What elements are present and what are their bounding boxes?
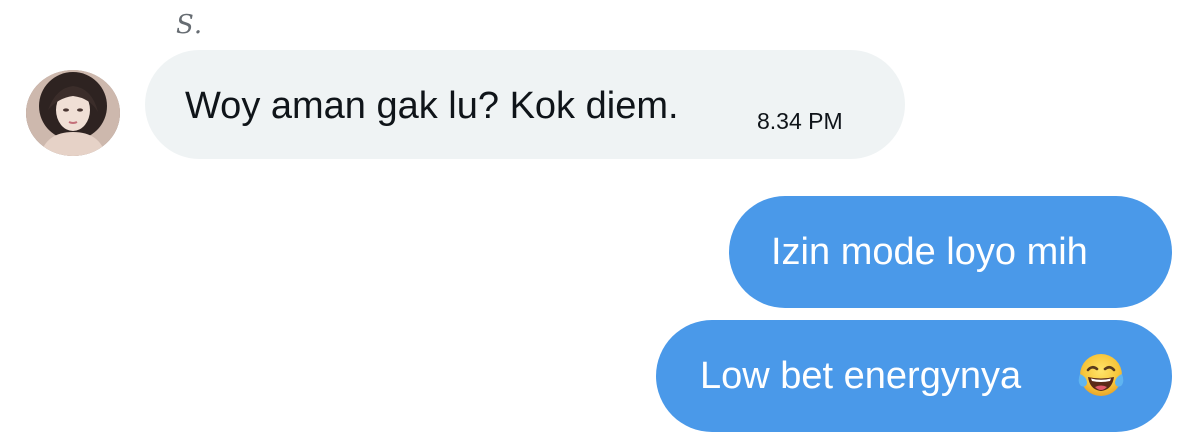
avatar-photo	[26, 70, 120, 156]
sender-avatar[interactable]	[26, 70, 120, 156]
face-with-tears-of-joy-icon	[1078, 354, 1124, 396]
incoming-message-bubble[interactable]: Woy aman gak lu? Kok diem. 8.34 PM	[145, 50, 905, 159]
incoming-message-text: Woy aman gak lu? Kok diem.	[185, 85, 679, 127]
sender-name: S.	[176, 10, 204, 40]
outgoing-message-bubble[interactable]: Low bet energynya	[656, 320, 1172, 432]
outgoing-message-bubble[interactable]: Izin mode loyo mih	[729, 196, 1172, 308]
outgoing-message-text: Izin mode loyo mih	[771, 231, 1088, 273]
message-timestamp: 8.34 PM	[757, 108, 843, 134]
outgoing-message-text: Low bet energynya	[700, 355, 1022, 397]
